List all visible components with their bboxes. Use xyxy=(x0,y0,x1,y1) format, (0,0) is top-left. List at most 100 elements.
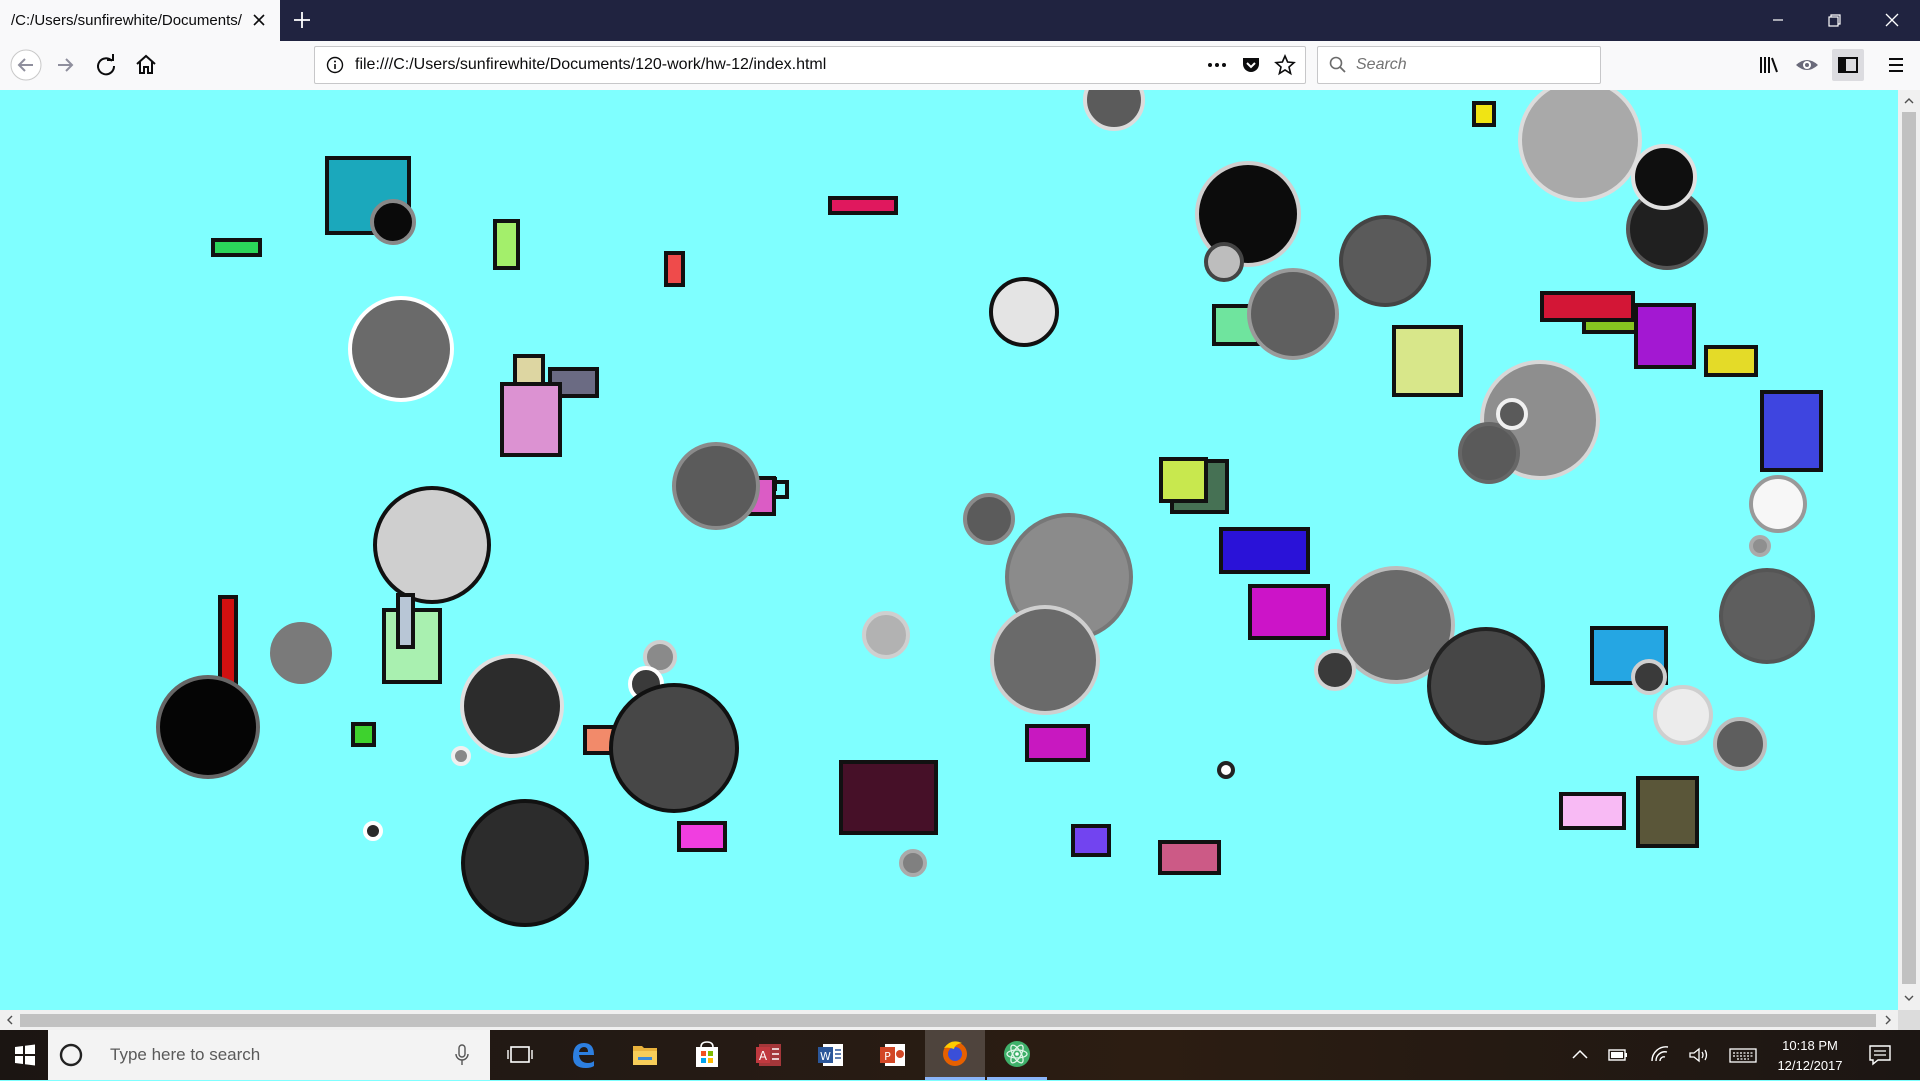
canvas-circle xyxy=(1427,627,1545,745)
canvas-circle xyxy=(862,611,910,659)
canvas-rectangle xyxy=(677,821,727,852)
info-icon[interactable] xyxy=(325,55,345,75)
navigation-toolbar: file:///C:/Users/sunfirewhite/Documents/… xyxy=(0,41,1920,91)
new-tab-icon[interactable] xyxy=(290,8,314,32)
canvas-circle xyxy=(270,622,332,684)
svg-text:A: A xyxy=(759,1049,768,1063)
svg-text:P: P xyxy=(884,1050,891,1063)
tracking-protection-icon[interactable] xyxy=(1791,49,1823,81)
taskbar: Type here to search A W P 10:18 PM 12/12… xyxy=(0,1030,1920,1080)
task-view-icon[interactable] xyxy=(490,1030,550,1080)
browser-tab[interactable]: /C:/Users/sunfirewhite/Documents/120-wor… xyxy=(0,0,280,41)
back-icon[interactable] xyxy=(10,49,42,81)
vertical-scrollbar[interactable] xyxy=(1898,90,1920,1010)
close-tab-icon[interactable] xyxy=(248,9,270,31)
search-icon xyxy=(1329,56,1346,73)
battery-icon[interactable] xyxy=(1606,1045,1630,1065)
canvas-circle xyxy=(1518,90,1642,202)
clock-time: 10:18 PM xyxy=(1782,1038,1838,1053)
canvas-circle xyxy=(1749,535,1771,557)
edge-icon[interactable] xyxy=(553,1030,613,1080)
restore-icon[interactable] xyxy=(1806,0,1862,41)
scroll-down-icon[interactable] xyxy=(1903,992,1915,1004)
firefox-taskbar-button[interactable] xyxy=(925,1030,985,1080)
canvas-rectangle xyxy=(1025,724,1090,762)
canvas-circle xyxy=(1631,659,1667,695)
scroll-up-icon[interactable] xyxy=(1903,95,1915,107)
canvas-rectangle xyxy=(1392,325,1463,397)
canvas-circle xyxy=(1653,685,1713,745)
cortana-icon xyxy=(59,1043,83,1067)
canvas-rectangle xyxy=(1634,303,1696,369)
canvas-rectangle xyxy=(664,251,685,287)
canvas-rectangle xyxy=(351,722,376,747)
canvas-rectangle xyxy=(1636,776,1699,848)
search-placeholder: Search xyxy=(1356,56,1407,73)
menu-icon[interactable] xyxy=(1880,49,1912,81)
canvas-circle xyxy=(460,654,564,758)
pocket-icon[interactable] xyxy=(1240,54,1262,76)
canvas-rectangle xyxy=(828,196,898,215)
canvas-circle xyxy=(672,442,760,530)
scroll-right-icon[interactable] xyxy=(1882,1014,1894,1026)
canvas-rectangle xyxy=(1704,345,1758,377)
vertical-scroll-thumb[interactable] xyxy=(1902,112,1916,984)
reload-icon[interactable] xyxy=(90,49,122,81)
action-center-icon[interactable] xyxy=(1866,1043,1894,1067)
canvas-circle xyxy=(1083,90,1145,131)
sidebar-icon[interactable] xyxy=(1832,49,1864,81)
system-clock[interactable]: 10:18 PM 12/12/2017 xyxy=(1764,1036,1856,1076)
home-icon[interactable] xyxy=(130,49,162,81)
url-text[interactable]: file:///C:/Users/sunfirewhite/Documents/… xyxy=(355,56,826,74)
bookmark-star-icon[interactable] xyxy=(1274,54,1296,76)
file-explorer-icon[interactable] xyxy=(615,1030,675,1080)
microphone-icon[interactable] xyxy=(454,1044,470,1066)
canvas-circle xyxy=(373,486,491,604)
atom-taskbar-button[interactable] xyxy=(987,1030,1047,1080)
powerpoint-icon[interactable]: P xyxy=(863,1030,923,1080)
canvas-circle xyxy=(1713,717,1767,771)
windows-start-icon[interactable] xyxy=(0,1030,48,1080)
scroll-left-icon[interactable] xyxy=(4,1014,16,1026)
shape-canvas xyxy=(156,90,1823,927)
canvas-circle xyxy=(1204,242,1244,282)
scrollbar-corner xyxy=(1898,1010,1920,1030)
canvas-circle xyxy=(461,799,589,927)
taskbar-search-box[interactable]: Type here to search xyxy=(48,1030,490,1080)
tab-title: /C:/Users/sunfirewhite/Documents/120-wor… xyxy=(11,12,243,29)
canvas-circle xyxy=(348,296,454,402)
canvas-rectangle xyxy=(1540,291,1635,322)
keyboard-icon[interactable] xyxy=(1728,1045,1758,1065)
canvas-rectangle xyxy=(500,382,562,457)
canvas-circle xyxy=(1314,649,1356,691)
word-icon[interactable]: W xyxy=(801,1030,861,1080)
volume-icon[interactable] xyxy=(1687,1045,1711,1065)
canvas-rectangle xyxy=(1159,457,1208,503)
canvas-circle xyxy=(963,493,1015,545)
store-icon[interactable] xyxy=(677,1030,737,1080)
forward-icon[interactable] xyxy=(50,49,82,81)
search-bar[interactable]: Search xyxy=(1317,46,1601,84)
canvas-rectangle xyxy=(1248,584,1330,640)
canvas-rectangle xyxy=(396,593,415,649)
access-icon[interactable]: A xyxy=(739,1030,799,1080)
canvas-rectangle xyxy=(1559,792,1626,830)
taskbar-search-placeholder: Type here to search xyxy=(110,1045,261,1064)
title-bar: /C:/Users/sunfirewhite/Documents/120-wor… xyxy=(0,0,1920,41)
horizontal-scrollbar[interactable] xyxy=(0,1010,1898,1030)
canvas-circle xyxy=(1458,422,1520,484)
canvas-rectangle xyxy=(513,354,545,388)
show-hidden-icons-icon[interactable] xyxy=(1568,1045,1592,1065)
address-bar[interactable]: file:///C:/Users/sunfirewhite/Documents/… xyxy=(314,46,1306,84)
canvas-circle xyxy=(899,849,927,877)
library-icon[interactable] xyxy=(1752,49,1784,81)
page-actions-icon[interactable] xyxy=(1205,55,1229,75)
canvas-rectangle xyxy=(1071,824,1111,857)
minimize-icon[interactable] xyxy=(1750,0,1806,41)
wifi-icon[interactable] xyxy=(1648,1045,1672,1065)
horizontal-scroll-thumb[interactable] xyxy=(20,1014,1876,1027)
canvas-circle xyxy=(990,605,1100,715)
canvas-circle xyxy=(1247,268,1339,360)
close-window-icon[interactable] xyxy=(1864,0,1920,41)
canvas-circle xyxy=(609,683,739,813)
